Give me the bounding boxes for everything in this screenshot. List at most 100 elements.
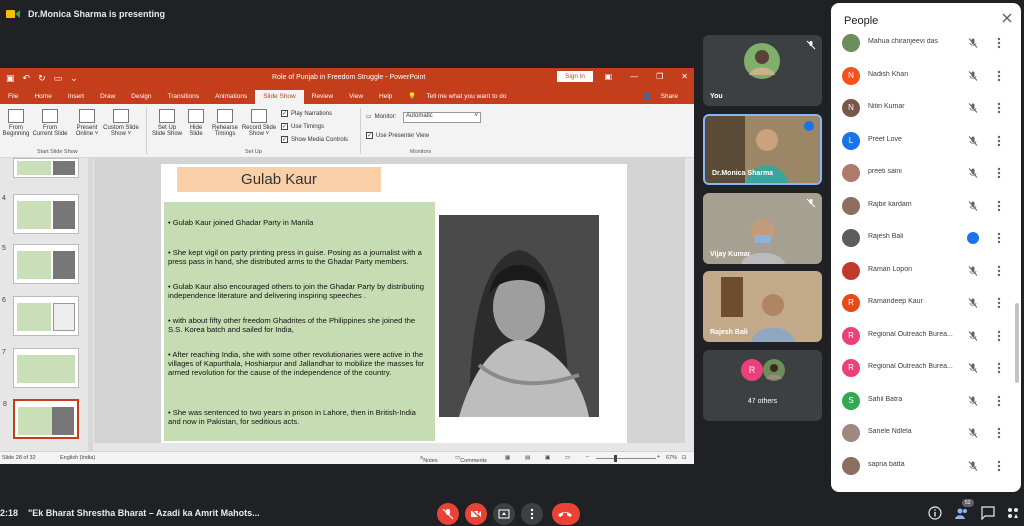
mic-off-icon[interactable] (967, 297, 979, 309)
customize-icon[interactable]: ⌄ (70, 73, 78, 84)
thumbnail-slide-7[interactable]: 7 (2, 348, 79, 388)
thumbnail-slide-5[interactable]: 5 (2, 244, 79, 284)
from-beginning-button[interactable]: From Beginning (2, 109, 30, 137)
notes-button[interactable]: ≡ Notes (420, 455, 438, 464)
tab-design[interactable]: Design (123, 93, 159, 104)
people-icon[interactable] (955, 506, 969, 520)
participant-row[interactable]: N Nadish Khan (831, 62, 1021, 94)
zoom-slider-thumb[interactable] (614, 455, 617, 462)
ribbon-display-icon[interactable]: ▣ (605, 72, 613, 81)
mic-off-icon[interactable] (967, 102, 979, 114)
mic-off-icon[interactable] (967, 427, 979, 439)
present-icon[interactable]: ▭ (54, 73, 63, 84)
tile-others[interactable]: R 47 others (703, 350, 822, 421)
slideshow-view-icon[interactable]: ▭ (565, 455, 570, 461)
activities-icon[interactable] (1006, 506, 1020, 520)
redo-icon[interactable]: ↻ (38, 73, 46, 84)
thumbnail-slide-4[interactable]: 4 (2, 194, 79, 234)
from-current-slide-button[interactable]: From Current Slide (32, 109, 68, 137)
tile-dr-monica-sharma[interactable]: Dr.Monica Sharma (703, 114, 822, 185)
monitor-select[interactable]: Automatic ˅ (403, 112, 481, 123)
set-up-slide-show-button[interactable]: Set Up Slide Show (151, 109, 183, 137)
zoom-slider[interactable] (596, 458, 656, 459)
info-icon[interactable] (928, 506, 942, 520)
restore-icon[interactable]: ❐ (656, 72, 663, 81)
horizontal-scrollbar[interactable] (94, 443, 685, 451)
tab-help[interactable]: Help (371, 93, 400, 104)
participant-row[interactable]: Mahua chiranjeevi das (831, 29, 1021, 61)
thumbnail-slide-8[interactable]: 8 (3, 399, 79, 439)
mic-off-icon[interactable] (967, 460, 979, 472)
more-vert-icon[interactable] (997, 265, 1001, 277)
mic-off-icon[interactable] (967, 330, 979, 342)
mic-off-icon[interactable] (967, 167, 979, 179)
more-vert-icon[interactable] (997, 395, 1001, 407)
more-vert-icon[interactable] (997, 362, 1001, 374)
mic-off-icon[interactable] (967, 395, 979, 407)
tab-insert[interactable]: Insert (60, 93, 92, 104)
share-button[interactable]: 👤 Share (643, 92, 686, 100)
participant-row[interactable]: R Ramandeep Kaur (831, 289, 1021, 321)
mic-off-icon[interactable] (967, 135, 979, 147)
more-options-button[interactable] (521, 503, 543, 525)
tile-you[interactable]: You (703, 35, 822, 106)
participant-row[interactable]: R Regional Outreach Burea... (831, 354, 1021, 386)
participant-row[interactable]: sapna batta (831, 452, 1021, 484)
tab-review[interactable]: Review (304, 93, 341, 104)
record-slide-show-button[interactable]: Record Slide Show ˅ (241, 109, 277, 137)
participant-row[interactable]: Sanele Ndlela (831, 419, 1021, 451)
more-vert-icon[interactable] (997, 135, 1001, 147)
tab-animations[interactable]: Animations (207, 93, 255, 104)
participant-row[interactable]: Raman Lopon (831, 257, 1021, 289)
participant-row[interactable]: Rajbir kardam (831, 192, 1021, 224)
undo-icon[interactable]: ↶ (23, 73, 31, 84)
sign-in-button[interactable]: Sign in (557, 71, 593, 82)
more-vert-icon[interactable] (997, 200, 1001, 212)
tab-transitions[interactable]: Transitions (160, 93, 208, 104)
participant-row[interactable]: S Sahil Batra (831, 387, 1021, 419)
mic-off-icon[interactable] (967, 37, 979, 49)
mic-off-icon[interactable] (967, 200, 979, 212)
more-vert-icon[interactable] (997, 427, 1001, 439)
participant-row[interactable]: R Regional Outreach Burea... (831, 322, 1021, 354)
use-timings-checkbox[interactable]: ✓ Use Timings (281, 123, 324, 130)
vertical-scrollbar[interactable] (685, 158, 694, 451)
present-online-button[interactable]: Present Online ˅ (73, 109, 101, 137)
tab-view[interactable]: View (341, 93, 371, 104)
mic-off-icon[interactable] (967, 362, 979, 374)
hide-slide-button[interactable]: Hide Slide (185, 109, 207, 137)
present-now-button[interactable] (493, 503, 515, 525)
more-vert-icon[interactable] (997, 297, 1001, 309)
tile-rajesh-bali[interactable]: Rajesh Bali (703, 271, 822, 342)
reading-view-icon[interactable]: ▣ (545, 455, 550, 461)
fit-slide-icon[interactable]: ⊡ (682, 455, 687, 461)
more-vert-icon[interactable] (997, 232, 1001, 244)
tab-file[interactable]: File (0, 93, 26, 104)
panel-scrollbar[interactable] (1015, 303, 1019, 383)
toggle-camera-button[interactable] (465, 503, 487, 525)
more-vert-icon[interactable] (997, 37, 1001, 49)
thumbnails-scrollbar[interactable] (88, 158, 93, 451)
current-slide[interactable]: Gulab Kaur • Gulab Kaur joined Ghadar Pa… (161, 164, 627, 446)
leave-call-button[interactable] (552, 503, 580, 525)
tab-home[interactable]: Home (26, 93, 59, 104)
mic-off-icon[interactable] (967, 265, 979, 277)
tab-draw[interactable]: Draw (92, 93, 123, 104)
toggle-mic-button[interactable] (437, 503, 459, 525)
participant-row[interactable]: L Preet Love (831, 127, 1021, 159)
play-narrations-checkbox[interactable]: ✓ Play Narrations (281, 110, 332, 117)
custom-slide-show-button[interactable]: Custom Slide Show ˅ (101, 109, 141, 137)
save-icon[interactable]: ▣ (6, 73, 15, 84)
rehearse-timings-button[interactable]: Rehearse Timings (210, 109, 240, 137)
slide-sorter-icon[interactable]: ▤ (525, 455, 530, 461)
close-icon[interactable] (1001, 12, 1013, 24)
more-vert-icon[interactable] (997, 167, 1001, 179)
thumbnail-slide-6[interactable]: 6 (2, 296, 79, 336)
tell-me-search[interactable]: 💡 Tell me what you want to do (400, 92, 522, 104)
more-vert-icon[interactable] (997, 460, 1001, 472)
chat-icon[interactable] (981, 506, 995, 520)
tab-slide-show[interactable]: Slide Show (255, 90, 304, 104)
tile-vijay-kumar[interactable]: Vijay Kumar (703, 193, 822, 264)
zoom-out-icon[interactable]: – (586, 454, 589, 460)
participant-row[interactable]: N Nitin Kumar (831, 94, 1021, 126)
